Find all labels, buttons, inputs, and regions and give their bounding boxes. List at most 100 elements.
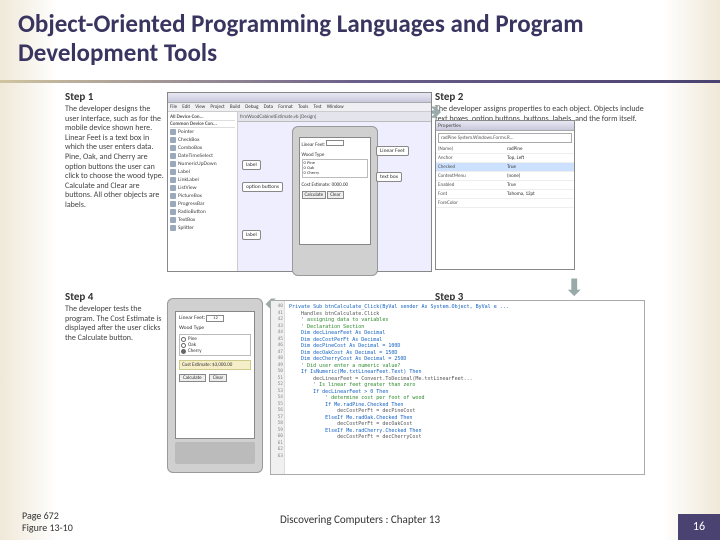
prop-key: ContextMenu — [436, 172, 505, 181]
label-linear-feet: Linear Feet: — [302, 142, 326, 148]
slide: Object-Oriented Programming Languages an… — [0, 0, 720, 540]
callout-label: option buttons — [242, 182, 283, 192]
emulator-device: Linear Feet: 12 Wood Type Pine Oak Cherr… — [167, 298, 263, 473]
cost-estimate-display: Cost Estimate: $3,000.00 — [179, 360, 251, 370]
toolbox-item[interactable]: DateTimeSelect — [170, 152, 235, 160]
menu-item[interactable]: Test — [313, 104, 321, 110]
device-keypad — [175, 442, 255, 464]
toolbox-label: Splitter — [178, 225, 194, 231]
menu-item[interactable]: View — [195, 104, 205, 110]
toolbox-item[interactable]: ProgressBar — [170, 200, 235, 208]
emulator-screen: Linear Feet: 12 Wood Type Pine Oak Cherr… — [175, 311, 255, 439]
control-icon — [170, 185, 176, 191]
toolbox-label: Pointer — [178, 129, 194, 135]
control-icon — [170, 177, 176, 183]
control-icon — [170, 153, 176, 159]
tab-designer[interactable]: frmWoodCabinetEstimate.vb [Design] — [238, 112, 431, 122]
toolbox-label: RadioButton — [178, 209, 206, 215]
calculate-button[interactable]: Calculate — [179, 374, 206, 382]
toolbox-item[interactable]: Pointer — [170, 128, 235, 136]
menu-item[interactable]: Project — [210, 104, 224, 110]
device-mock: Linear Feet: Wood Type ○ Pine ○ Oak ○ Ch… — [292, 126, 378, 276]
control-icon — [170, 209, 176, 215]
calculate-button[interactable]: Calculate — [302, 191, 327, 199]
radio-cherry[interactable]: Cherry — [181, 348, 249, 354]
textbox-linear-feet[interactable] — [326, 140, 344, 146]
menu-item[interactable]: Format — [278, 104, 293, 110]
toolbox-item[interactable]: TextBox — [170, 216, 235, 224]
prop-val[interactable]: (none) — [505, 172, 574, 181]
prop-val[interactable]: True — [505, 163, 574, 172]
content-area: Step 1 The developer designs the user in… — [65, 90, 655, 490]
toolbox-item[interactable]: ComboBox — [170, 144, 235, 152]
step-1-title: Step 1 — [65, 90, 165, 103]
control-icon — [170, 217, 176, 223]
menu-item[interactable]: Edit — [182, 104, 190, 110]
properties-grid: (Name)radPine AnchorTop, Left CheckedTru… — [436, 145, 574, 208]
prop-val[interactable]: Tahoma, 12pt — [505, 190, 574, 199]
form-designer: Linear Feet: Wood Type ○ Pine ○ Oak ○ Ch… — [299, 137, 371, 245]
toolbox-item[interactable]: Splitter — [170, 224, 235, 232]
control-icon — [170, 137, 176, 143]
ide-menu: File Edit View Project Build Debug Data … — [168, 103, 431, 112]
callout-label: label — [242, 160, 261, 170]
toolbox-label: ProgressBar — [178, 201, 205, 207]
callout-label: text box — [376, 172, 402, 182]
prop-key: (Name) — [436, 145, 505, 154]
prop-val[interactable] — [505, 199, 574, 208]
radio-cherry[interactable]: ○ Cherry — [304, 171, 366, 176]
toolbox-item[interactable]: PictureBox — [170, 192, 235, 200]
toolbox-item[interactable]: RadioButton — [170, 208, 235, 216]
control-icon — [170, 193, 176, 199]
slide-title: Object-Oriented Programming Languages an… — [0, 0, 720, 72]
menu-item[interactable]: Tools — [298, 104, 308, 110]
toolbox-label: CheckBox — [178, 137, 200, 143]
arrow-icon: ⬇ — [565, 274, 583, 301]
step-2-title: Step 2 — [435, 90, 645, 103]
value-cost-est: 0000.00 — [332, 182, 348, 188]
prop-key: ForeColor — [436, 199, 505, 208]
control-icon — [170, 225, 176, 231]
clear-button[interactable]: Clear — [209, 374, 227, 382]
prop-key: Checked — [436, 163, 505, 172]
properties-object-select[interactable]: radPine System.Windows.Forms.R... — [438, 133, 572, 143]
toolbox-item[interactable]: LinkLabel — [170, 176, 235, 184]
title-underline — [0, 80, 720, 83]
toolbox-label: PictureBox — [178, 193, 202, 199]
control-icon — [170, 129, 176, 135]
menu-item[interactable]: Build — [230, 104, 240, 110]
menu-item[interactable]: Debug — [245, 104, 258, 110]
label-wood-type: Wood Type — [179, 325, 251, 331]
prop-key: Anchor — [436, 154, 505, 163]
control-icon — [170, 145, 176, 151]
toolbox-item[interactable]: Label — [170, 168, 235, 176]
prop-val[interactable]: Top, Left — [505, 154, 574, 163]
label-wood-type: Wood Type — [302, 152, 368, 158]
toolbox-item[interactable]: ListView — [170, 184, 235, 192]
menu-item[interactable]: Window — [327, 104, 344, 110]
page-reference: Page 672Figure 13-10 — [22, 510, 73, 534]
step-1-desc: The developer designs the user interface… — [65, 105, 165, 211]
toolbox-header: All Device Con... — [170, 114, 235, 121]
menu-item[interactable]: File — [170, 104, 177, 110]
toolbox-label: ComboBox — [178, 145, 202, 151]
opt-label: Cherry — [188, 348, 202, 354]
prop-key: Font — [436, 190, 505, 199]
toolbox-label: Label — [178, 169, 190, 175]
ide-window: File Edit View Project Build Debug Data … — [167, 92, 432, 272]
control-icon — [170, 201, 176, 207]
prop-val[interactable]: True — [505, 181, 574, 190]
callout-label: Linear Feet — [376, 146, 409, 156]
callout-label: label — [242, 230, 261, 240]
toolbox-item[interactable]: CheckBox — [170, 136, 235, 144]
clear-button[interactable]: Clear — [327, 191, 343, 199]
label-linear-feet: Linear Feet: — [179, 315, 205, 321]
toolbox-item[interactable]: NumericUpDown — [170, 160, 235, 168]
code-editor[interactable]: 4041424344454647484950515253545556575859… — [270, 300, 645, 475]
toolbox-label: TextBox — [178, 217, 195, 223]
properties-window: Properties radPine System.Windows.Forms.… — [435, 120, 575, 270]
menu-item[interactable]: Data — [264, 104, 273, 110]
textbox-linear-feet[interactable]: 12 — [206, 315, 224, 322]
line-gutter: 4041424344454647484950515253545556575859… — [271, 301, 285, 474]
prop-val[interactable]: radPine — [505, 145, 574, 154]
